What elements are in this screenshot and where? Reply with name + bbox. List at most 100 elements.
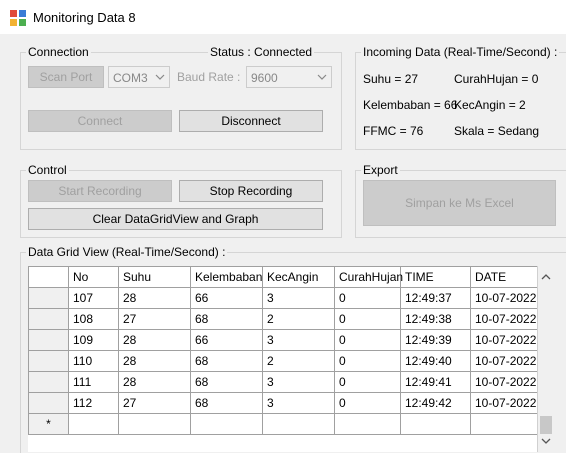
grid-header-row: No Suhu Kelembaban KecAngin CurahHujan T… [28,266,538,288]
table-cell[interactable]: 68 [190,350,263,372]
table-cell[interactable]: 10-07-2022 [470,350,538,372]
table-cell[interactable]: 110 [68,350,119,372]
table-cell[interactable]: 12:49:41 [400,371,471,393]
table-cell[interactable]: 111 [68,371,119,393]
table-cell[interactable]: 0 [334,287,401,309]
column-header[interactable]: No [68,266,119,288]
table-cell[interactable]: 3 [262,287,335,309]
table-cell[interactable] [118,413,191,435]
table-cell[interactable]: 0 [334,329,401,351]
row-header[interactable] [28,392,69,414]
table-row[interactable]: 108 27 68 2 0 12:49:38 10-07-2022 [28,308,538,330]
column-header[interactable]: CurahHujan [334,266,403,288]
disconnect-button[interactable]: Disconnect [179,110,323,132]
column-header[interactable]: TIME [400,266,471,288]
table-cell[interactable]: 112 [68,392,119,414]
column-header[interactable]: KecAngin [262,266,335,288]
table-cell[interactable]: 68 [190,308,263,330]
table-row[interactable]: 111 28 68 3 0 12:49:41 10-07-2022 [28,371,538,393]
baud-rate-value: 9600 [251,71,278,85]
table-cell[interactable]: 66 [190,287,263,309]
table-cell[interactable]: 2 [262,350,335,372]
column-header[interactable]: Suhu [118,266,191,288]
row-header[interactable] [28,350,69,372]
connection-legend: Connection [26,45,91,59]
row-header[interactable] [28,308,69,330]
start-recording-button[interactable]: Start Recording [28,180,172,202]
column-header[interactable]: DATE [470,266,538,288]
table-cell[interactable] [262,413,335,435]
curah-hujan-value: CurahHujan = 0 [454,72,539,86]
control-legend: Control [26,163,69,177]
export-legend: Export [361,163,400,177]
baud-rate-label: Baud Rate : [177,70,241,84]
skala-value: Skala = Sedang [454,124,540,138]
table-cell[interactable]: 10-07-2022 [470,308,538,330]
clear-grid-graph-button[interactable]: Clear DataGridView and Graph [28,208,323,230]
export-excel-button[interactable]: Simpan ke Ms Excel [363,180,556,226]
table-cell[interactable]: 28 [118,287,191,309]
table-cell[interactable]: 3 [262,392,335,414]
vertical-scrollbar[interactable] [537,266,554,452]
table-cell[interactable]: 12:49:38 [400,308,471,330]
table-cell[interactable]: 0 [334,392,401,414]
table-cell[interactable]: 28 [118,371,191,393]
connect-button[interactable]: Connect [28,110,172,132]
kec-angin-value: KecAngin = 2 [454,98,526,112]
port-select[interactable]: COM3 [108,66,170,88]
table-row[interactable]: 110 28 68 2 0 12:49:40 10-07-2022 [28,350,538,372]
table-cell[interactable]: 10-07-2022 [470,287,538,309]
scrollbar-thumb[interactable] [540,416,552,434]
data-grid-legend: Data Grid View (Real-Time/Second) : [26,245,228,259]
row-header[interactable] [28,287,69,309]
table-cell[interactable] [334,413,401,435]
table-cell[interactable] [400,413,471,435]
connection-status: Status : Connected [208,45,315,59]
ffmc-value: FFMC = 76 [363,124,424,138]
baud-rate-select[interactable]: 9600 [246,66,332,88]
table-cell[interactable] [68,413,119,435]
table-cell[interactable]: 27 [118,308,191,330]
new-row[interactable]: * [28,413,538,435]
table-cell[interactable]: 3 [262,329,335,351]
data-grid[interactable]: No Suhu Kelembaban KecAngin CurahHujan T… [28,266,554,452]
table-row[interactable]: 109 28 66 3 0 12:49:39 10-07-2022 [28,329,538,351]
table-cell[interactable]: 10-07-2022 [470,371,538,393]
table-cell[interactable]: 66 [190,329,263,351]
table-cell[interactable]: 0 [334,350,401,372]
table-cell[interactable]: 0 [334,308,401,330]
row-header-corner [28,266,69,288]
table-cell[interactable]: 28 [118,350,191,372]
table-cell[interactable]: 28 [118,329,191,351]
table-cell[interactable]: 12:49:40 [400,350,471,372]
table-cell[interactable]: 3 [262,371,335,393]
chevron-up-icon[interactable] [541,272,551,282]
stop-recording-button[interactable]: Stop Recording [179,180,323,202]
table-cell[interactable]: 107 [68,287,119,309]
column-header[interactable]: Kelembaban [190,266,263,288]
table-cell[interactable]: 10-07-2022 [470,392,538,414]
table-cell[interactable]: 68 [190,371,263,393]
table-cell[interactable]: 12:49:39 [400,329,471,351]
table-cell[interactable] [470,413,538,435]
chevron-down-icon[interactable] [541,436,551,446]
table-cell[interactable]: 0 [334,371,401,393]
row-header[interactable] [28,329,69,351]
table-row[interactable]: 112 27 68 3 0 12:49:42 10-07-2022 [28,392,538,414]
table-cell[interactable]: 12:49:42 [400,392,471,414]
table-cell[interactable]: 27 [118,392,191,414]
table-cell[interactable]: 12:49:37 [400,287,471,309]
table-cell[interactable]: 108 [68,308,119,330]
table-cell[interactable] [190,413,263,435]
scan-port-button[interactable]: Scan Port [28,66,104,88]
table-cell[interactable]: 2 [262,308,335,330]
table-cell[interactable]: 109 [68,329,119,351]
suhu-value: Suhu = 27 [363,72,419,86]
table-row[interactable]: 107 28 66 3 0 12:49:37 10-07-2022 [28,287,538,309]
table-cell[interactable]: 10-07-2022 [470,329,538,351]
table-cell[interactable]: 68 [190,392,263,414]
chevron-down-icon [155,74,165,80]
app-icon [10,10,26,26]
new-row-marker: * [28,413,69,435]
row-header[interactable] [28,371,69,393]
